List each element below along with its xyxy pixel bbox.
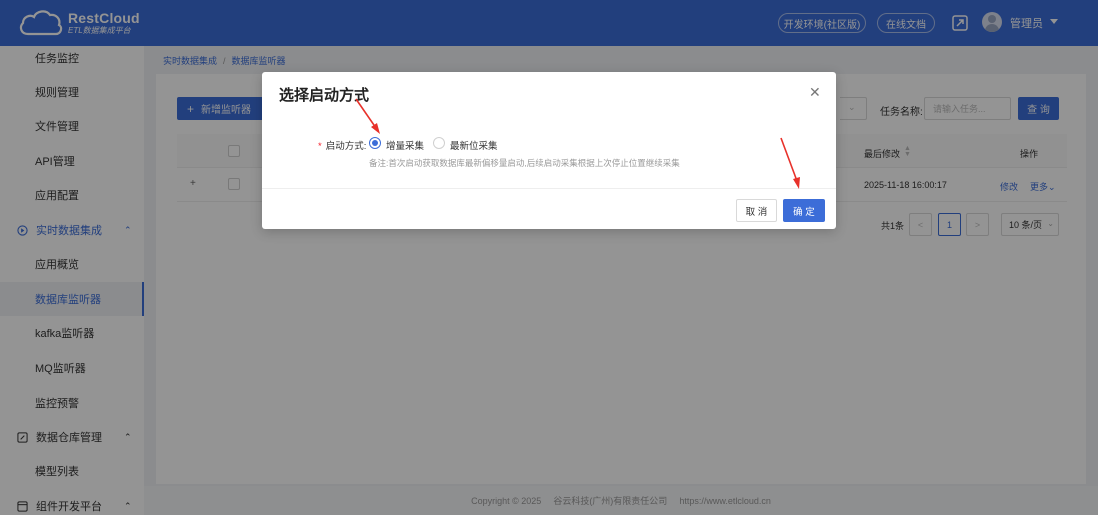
close-icon[interactable]: ✕ <box>809 84 821 101</box>
dialog-divider <box>262 188 836 189</box>
radio-incremental[interactable] <box>369 137 381 149</box>
start-mode-dialog: 选择启动方式 ✕ * 启动方式: 增量采集 最新位采集 备注:首次启动获取数据库最… <box>262 72 836 229</box>
radio-latest-position[interactable] <box>433 137 445 149</box>
cancel-button[interactable]: 取 消 <box>736 199 777 222</box>
start-mode-note: 备注:首次启动获取数据库最新偏移量启动,后续启动采集根据上次停止位置继续采集 <box>369 158 680 168</box>
confirm-button[interactable]: 确 定 <box>783 199 825 222</box>
radio-latest-position-label[interactable]: 最新位采集 <box>450 138 498 152</box>
required-mark: * <box>318 141 322 152</box>
radio-incremental-label[interactable]: 增量采集 <box>386 138 424 152</box>
start-mode-label-text: 启动方式: <box>325 141 367 152</box>
dialog-title: 选择启动方式 <box>279 87 370 104</box>
start-mode-label: * 启动方式: <box>318 138 366 152</box>
